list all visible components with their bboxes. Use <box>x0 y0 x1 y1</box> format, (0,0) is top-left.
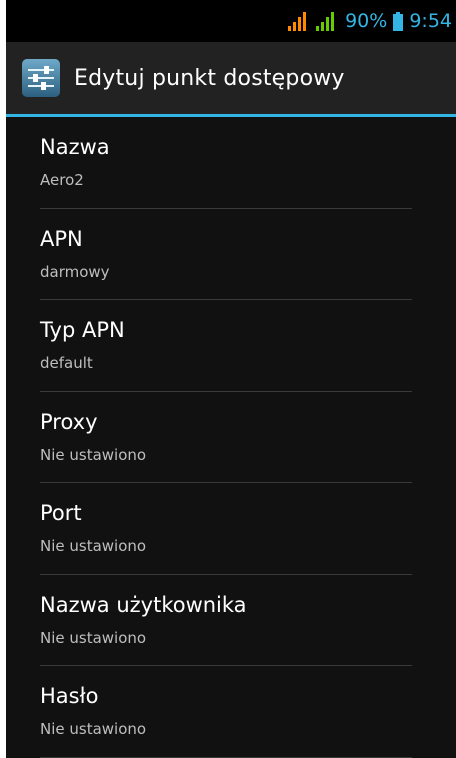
setting-item-apn[interactable]: APN darmowy <box>6 209 456 300</box>
setting-value: Aero2 <box>40 171 84 189</box>
setting-value: Nie ustawiono <box>40 628 147 647</box>
signal-strength-icon <box>288 12 307 31</box>
screen: 90% 9:54 Edytuj punkt dostępowy Nazwa Ae… <box>6 0 456 758</box>
setting-title: Port <box>40 501 82 525</box>
setting-value: Nie ustawiono <box>40 537 147 555</box>
setting-item-username[interactable]: Nazwa użytkownika Nie ustawiono <box>6 575 456 666</box>
setting-item-port[interactable]: Port Nie ustawiono <box>6 483 456 575</box>
setting-value: darmowy <box>40 262 110 281</box>
battery-icon <box>393 11 404 31</box>
setting-title: APN <box>40 226 83 251</box>
setting-title: Nazwa <box>40 135 110 159</box>
signal-strength-icon <box>316 12 335 31</box>
setting-value: Nie ustawiono <box>40 720 147 738</box>
setting-value: default <box>40 354 93 372</box>
page-title: Edytuj punkt dostępowy <box>74 65 345 91</box>
setting-title: Hasło <box>40 684 99 708</box>
setting-title: Typ APN <box>40 318 125 342</box>
settings-sliders-icon[interactable] <box>20 57 62 99</box>
divider <box>40 756 412 758</box>
setting-item-name[interactable]: Nazwa Aero2 <box>6 117 456 209</box>
apn-settings-list: Nazwa Aero2 APN darmowy Typ APN default … <box>6 117 456 758</box>
status-bar: 90% 9:54 <box>6 0 456 42</box>
setting-title: Nazwa użytkownika <box>40 592 247 617</box>
setting-item-proxy[interactable]: Proxy Nie ustawiono <box>6 392 456 483</box>
setting-item-apn-type[interactable]: Typ APN default <box>6 300 456 392</box>
setting-item-password[interactable]: Hasło Nie ustawiono <box>6 666 456 758</box>
setting-value: Nie ustawiono <box>40 445 147 464</box>
battery-percentage: 90% <box>345 10 388 32</box>
setting-title: Proxy <box>40 409 98 434</box>
clock: 9:54 <box>409 10 452 32</box>
action-bar: Edytuj punkt dostępowy <box>6 42 456 114</box>
